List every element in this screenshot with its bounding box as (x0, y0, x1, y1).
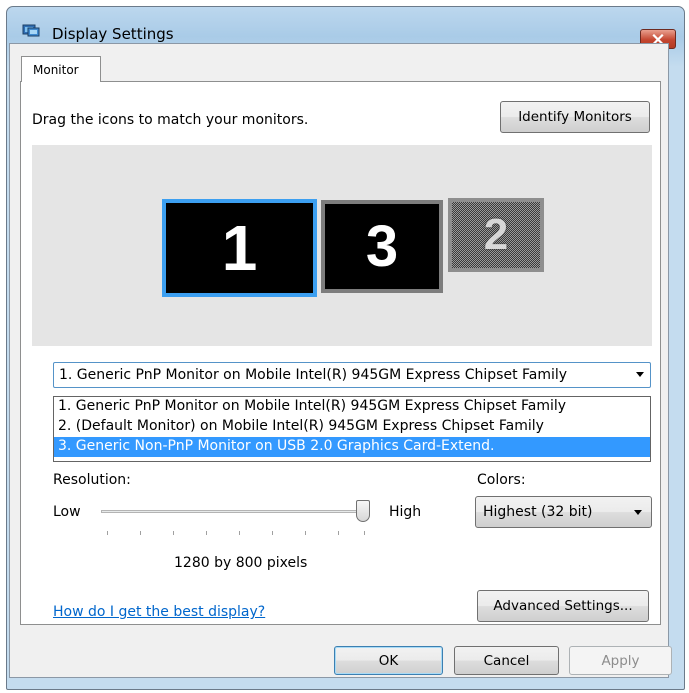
dropdown-option-highlighted[interactable]: 3. Generic Non-PnP Monitor on USB 2.0 Gr… (54, 437, 650, 457)
dropdown-option[interactable]: 1. Generic PnP Monitor on Mobile Intel(R… (54, 397, 650, 417)
resolution-value: 1280 by 800 pixels (174, 555, 308, 571)
identify-monitors-button[interactable]: Identify Monitors (500, 101, 650, 133)
advanced-settings-button[interactable]: Advanced Settings... (477, 590, 649, 622)
display-select-value: 1. Generic PnP Monitor on Mobile Intel(R… (59, 367, 568, 383)
colors-label: Colors: (477, 472, 526, 488)
slider-tick (364, 531, 365, 535)
monitor-1-icon[interactable]: 1 (162, 199, 317, 297)
monitor-3-icon[interactable]: 3 (321, 200, 443, 293)
best-display-help-link[interactable]: How do I get the best display? (53, 604, 265, 620)
cancel-button[interactable]: Cancel (454, 646, 559, 675)
monitor-2-icon[interactable]: 2 (448, 198, 544, 272)
chevron-down-icon (634, 510, 642, 515)
slider-tick (173, 531, 174, 535)
display-dropdown-list: 1. Generic PnP Monitor on Mobile Intel(R… (53, 396, 651, 462)
slider-tick (272, 531, 273, 535)
dropdown-option[interactable]: 2. (Default Monitor) on Mobile Intel(R) … (54, 417, 650, 437)
display-select[interactable]: 1. Generic PnP Monitor on Mobile Intel(R… (53, 362, 651, 388)
title-bar[interactable]: Display Settings (7, 7, 684, 43)
resolution-label: Resolution: (53, 472, 131, 488)
display-settings-icon (22, 24, 40, 37)
apply-button[interactable]: Apply (569, 646, 672, 675)
colors-select-value: Highest (32 bit) (483, 504, 593, 520)
slider-tick (107, 531, 108, 535)
slider-tick (140, 531, 141, 535)
window-title: Display Settings (52, 25, 174, 43)
slider-tick (305, 531, 306, 535)
slider-tick (239, 531, 240, 535)
drag-instruction: Drag the icons to match your monitors. (32, 112, 309, 128)
chevron-down-icon (636, 372, 644, 377)
resolution-slider-track[interactable] (101, 510, 367, 513)
resolution-high-label: High (389, 504, 422, 520)
resolution-slider-thumb[interactable] (356, 500, 370, 522)
resolution-low-label: Low (53, 504, 81, 520)
ok-button[interactable]: OK (334, 646, 443, 675)
slider-tick (338, 531, 339, 535)
colors-select[interactable]: Highest (32 bit) (475, 496, 652, 528)
slider-tick (206, 531, 207, 535)
tab-monitor[interactable]: Monitor (21, 56, 101, 82)
